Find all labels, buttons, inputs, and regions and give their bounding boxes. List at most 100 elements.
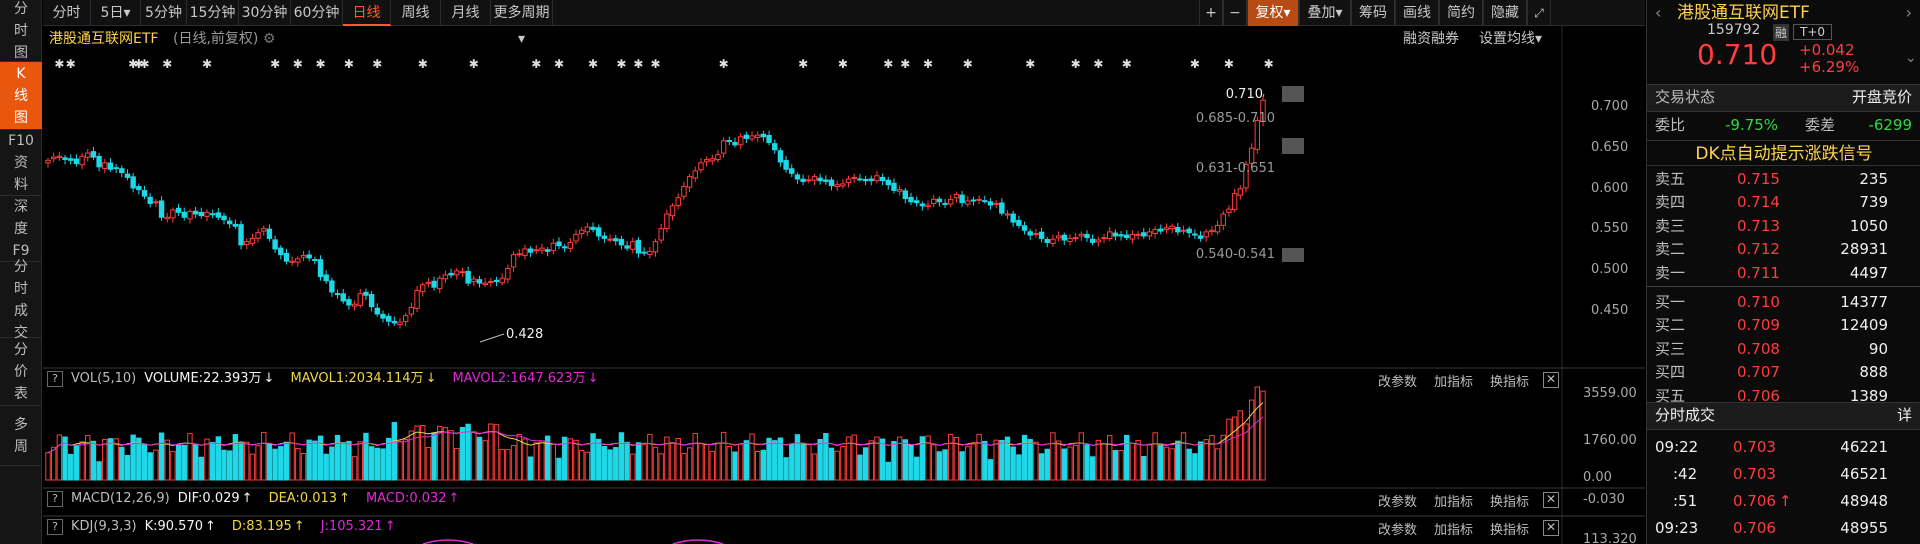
help-icon[interactable]: ? [47, 371, 63, 387]
close-indicator-icon[interactable]: ✕ [1543, 520, 1559, 536]
sidebar-kline[interactable]: K 线 图 [0, 62, 42, 130]
fullscreen-icon[interactable]: ⤢ [1527, 0, 1551, 26]
event-marker[interactable]: ✱ [66, 57, 76, 71]
chevron-right-icon[interactable]: › [1892, 0, 1912, 26]
tab-5min[interactable]: 5分钟 [141, 0, 187, 26]
event-marker[interactable]: ✱ [838, 57, 848, 71]
ask-level[interactable]: 卖五 0.715 235 [1655, 168, 1912, 191]
event-marker[interactable]: ✱ [293, 57, 303, 71]
tab-daily[interactable]: 日线 [343, 0, 391, 26]
event-marker[interactable]: ✱ [963, 57, 973, 71]
event-marker[interactable]: ✱ [315, 57, 325, 71]
ask-level[interactable]: 卖一 0.711 4497 [1655, 262, 1912, 285]
event-marker[interactable]: ✱ [270, 57, 280, 71]
volume-bar [590, 433, 596, 481]
event-marker[interactable]: ✱ [1122, 57, 1132, 71]
candle [613, 234, 619, 246]
margin-trading-link[interactable]: 融资融券 [1403, 27, 1459, 51]
event-marker[interactable]: ✱ [923, 57, 933, 71]
event-marker[interactable]: ✱ [1264, 57, 1274, 71]
edit-params-button[interactable]: 改参数 [1378, 371, 1417, 390]
event-marker[interactable]: ✱ [883, 57, 893, 71]
help-icon[interactable]: ? [47, 519, 63, 535]
ask-level[interactable]: 卖二 0.712 28931 [1655, 238, 1912, 261]
tab-60min[interactable]: 60分钟 [291, 0, 343, 26]
add-indicator-button[interactable]: 加指标 [1434, 371, 1473, 390]
candle [249, 233, 256, 247]
event-marker[interactable]: ✱ [139, 57, 149, 71]
switch-indicator-button[interactable]: 换指标 [1490, 519, 1529, 538]
tab-15min[interactable]: 15分钟 [187, 0, 239, 26]
event-marker[interactable]: ✱ [798, 57, 808, 71]
event-marker[interactable]: ✱ [1093, 57, 1103, 71]
bid-level[interactable]: 买四 0.707 888 [1655, 361, 1912, 384]
event-marker[interactable]: ✱ [1190, 57, 1200, 71]
bid-level[interactable]: 买二 0.709 12409 [1655, 314, 1912, 337]
event-marker[interactable]: ✱ [616, 57, 626, 71]
tab-monthly[interactable]: 月线 [441, 0, 491, 26]
trades-detail-button[interactable]: 详 [1897, 406, 1912, 424]
event-marker[interactable]: ✱ [202, 57, 212, 71]
switch-indicator-button[interactable]: 换指标 [1490, 491, 1529, 510]
event-marker[interactable]: ✱ [554, 57, 564, 71]
edit-params-button[interactable]: 改参数 [1378, 519, 1417, 538]
tab-5day[interactable]: 5日▾ [91, 0, 141, 26]
event-marker[interactable]: ✱ [134, 57, 144, 71]
tab-30min[interactable]: 30分钟 [239, 0, 291, 26]
set-ma-link[interactable]: 设置均线▾ [1479, 27, 1542, 51]
sidebar-multi-period[interactable]: 多 周 [0, 406, 42, 466]
event-marker[interactable]: ✱ [418, 57, 428, 71]
add-indicator-button[interactable]: 加指标 [1434, 491, 1473, 510]
draw-button[interactable]: 画线 [1395, 0, 1439, 26]
overlay-button[interactable]: 叠加▾ [1299, 0, 1351, 26]
event-marker[interactable]: ✱ [469, 57, 479, 71]
event-marker[interactable]: ✱ [1071, 57, 1081, 71]
sidebar-intraday[interactable]: 分 时 图 [0, 0, 42, 62]
signal-banner[interactable]: DK点自动提示涨跌信号 [1647, 140, 1920, 166]
event-marker[interactable]: ✱ [900, 57, 910, 71]
event-marker[interactable]: ✱ [162, 57, 172, 71]
bid-level[interactable]: 买一 0.710 14377 [1655, 291, 1912, 314]
kline-chart[interactable]: ✱ ✱ ✱✱✱ ✱ ✱ ✱ ✱ ✱ ✱ ✱ ✱ ✱ ✱ ✱ ✱ ✱ ✱ ✱ ✱ ✱ ✱ ✱ ✱ ✱ ✱ ✱ ✱ ✱ ✱ ✱ ✱ ✱0.7100… [43, 0, 1645, 544]
settings-gear-icon[interactable]: ⚙ [263, 31, 276, 47]
zoom-in-button[interactable]: + [1199, 0, 1223, 26]
candle [198, 207, 204, 219]
event-marker[interactable]: ✱ [719, 57, 729, 71]
event-marker[interactable]: ✱ [344, 57, 354, 71]
event-marker[interactable]: ✱ [54, 57, 64, 71]
ask-level[interactable]: 卖三 0.713 1050 [1655, 215, 1912, 238]
event-marker[interactable]: ✱ [372, 57, 382, 71]
add-indicator-button[interactable]: 加指标 [1434, 519, 1473, 538]
zoom-out-button[interactable]: − [1223, 0, 1247, 26]
edit-params-button[interactable]: 改参数 [1378, 491, 1417, 510]
chips-button[interactable]: 筹码 [1351, 0, 1395, 26]
hide-button[interactable]: 隐藏 [1483, 0, 1527, 26]
sidebar-f10[interactable]: F10 资 料 [0, 130, 42, 196]
switch-indicator-button[interactable]: 换指标 [1490, 371, 1529, 390]
volume-bar [334, 435, 341, 481]
simple-button[interactable]: 简约 [1439, 0, 1483, 26]
tab-weekly[interactable]: 周线 [391, 0, 441, 26]
event-marker[interactable]: ✱ [128, 57, 138, 71]
event-marker[interactable]: ✱ [1224, 57, 1234, 71]
event-marker[interactable]: ✱ [531, 57, 541, 71]
sidebar-tick-trades[interactable]: 分 时 成 交 [0, 259, 42, 341]
chevron-left-icon[interactable]: ‹ [1655, 0, 1675, 26]
event-marker[interactable]: ✱ [650, 57, 660, 71]
sidebar-depth[interactable]: 深 度 F9 [0, 196, 42, 262]
close-indicator-icon[interactable]: ✕ [1543, 372, 1559, 388]
tab-more-periods[interactable]: 更多周期▾ [491, 0, 553, 47]
event-marker[interactable]: ✱ [1025, 57, 1035, 71]
ask-level[interactable]: 卖四 0.714 739 [1655, 191, 1912, 214]
event-marker[interactable]: ✱ [633, 57, 643, 71]
event-marker[interactable]: ✱ [588, 57, 598, 71]
volume-bar [255, 445, 261, 481]
close-indicator-icon[interactable]: ✕ [1543, 492, 1559, 508]
sidebar-price-table[interactable]: 分 价 表 [0, 338, 42, 406]
chevron-down-icon[interactable]: ⌄ [1905, 50, 1917, 66]
tab-intraday[interactable]: 分时 [43, 0, 91, 26]
help-icon[interactable]: ? [47, 491, 63, 507]
level-price: 0.709 [1737, 316, 1780, 335]
adjust-button[interactable]: 复权▾ [1247, 0, 1299, 26]
bid-level[interactable]: 买三 0.708 90 [1655, 338, 1912, 361]
